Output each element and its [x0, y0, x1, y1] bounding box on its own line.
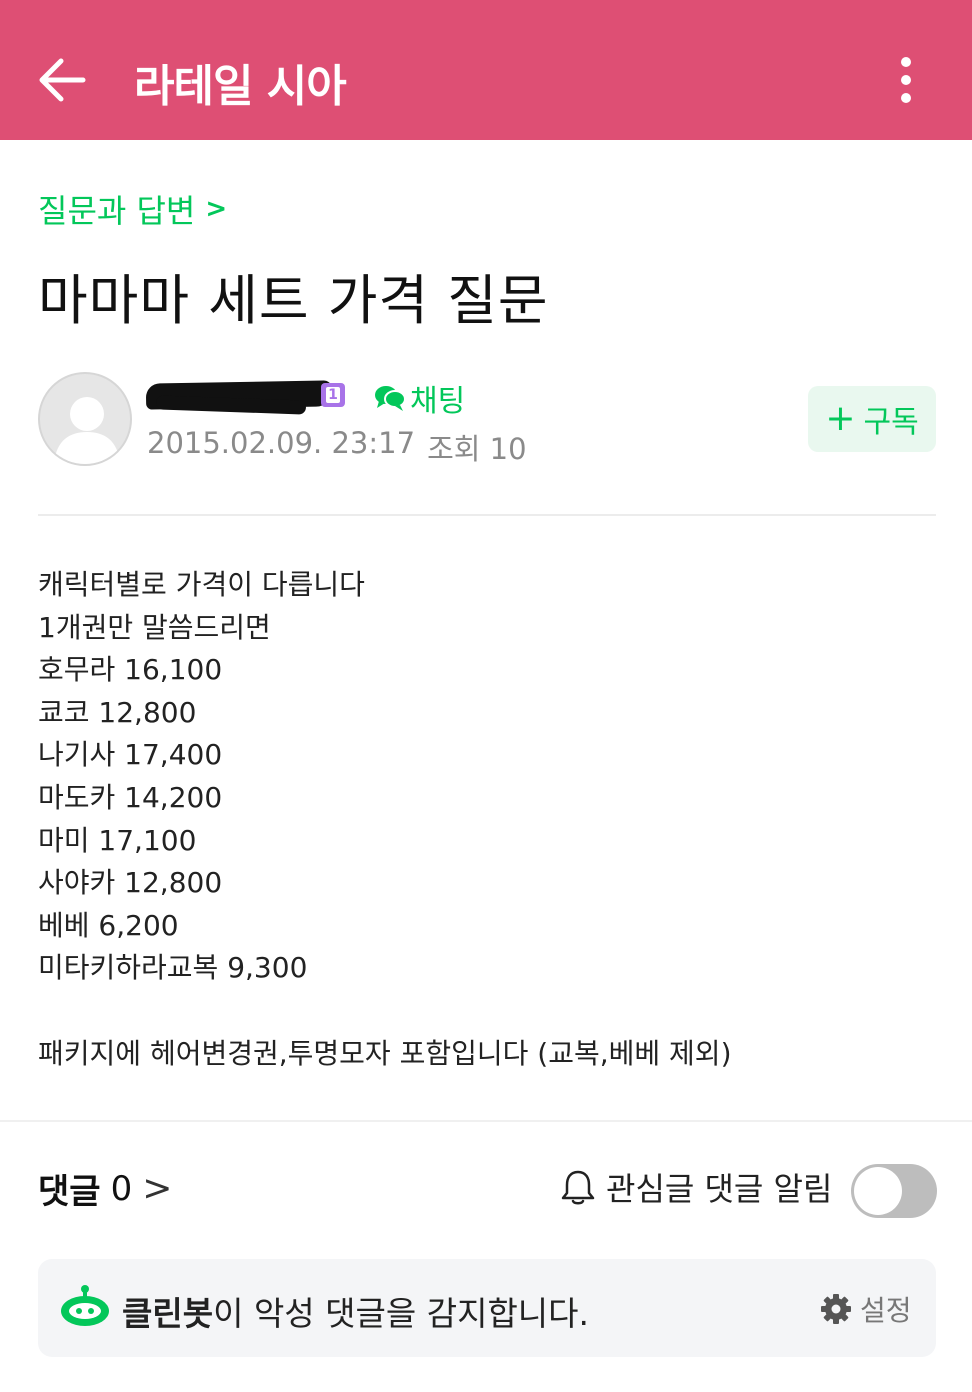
body-line: 1개권만 말씀드리면: [38, 610, 271, 644]
body-line: 패키지에 헤어변경권,투명모자 포함입니다 (교복,베베 제외): [38, 1036, 732, 1070]
cleanbot-text: 이 악성 댓글을 감지합니다.: [213, 1294, 590, 1333]
chat-button[interactable]: 채팅: [374, 376, 465, 420]
bell-icon: [561, 1170, 595, 1205]
body-line: 캐릭터별로 가격이 다릅니다: [38, 568, 365, 601]
subscribe-label: 구독: [863, 405, 919, 440]
chevron-right-icon: >: [205, 194, 228, 224]
category-label: 질문과 답변: [38, 192, 196, 230]
post-date: 2015.02.09. 23:17: [147, 426, 416, 460]
more-vertical-icon: [901, 57, 911, 67]
member-level-badge: 1: [321, 383, 345, 407]
cleanbot-icon: [61, 1285, 109, 1326]
body-line: 마미 17,100: [38, 823, 197, 857]
body-line: 나기사 17,400: [38, 738, 223, 772]
body-line: 미타키하라교복 9,300: [38, 951, 308, 985]
notify-toggle[interactable]: [851, 1164, 937, 1218]
body-line: 마도카 14,200: [38, 780, 223, 814]
body-line: 쿄코 12,800: [38, 695, 197, 729]
notify-label: 관심글 댓글 알림: [606, 1170, 833, 1208]
body-line: 호무라 16,100: [38, 653, 223, 687]
chat-bubble-icon: [375, 386, 406, 411]
plus-icon: +: [825, 398, 856, 439]
chevron-right-icon: >: [142, 1168, 173, 1209]
avatar[interactable]: [38, 372, 132, 466]
more-options-button[interactable]: [886, 52, 926, 108]
cafe-title: 라테일 시아: [134, 61, 347, 112]
default-profile-icon: [54, 397, 120, 464]
toggle-knob: [854, 1167, 902, 1215]
body-line: 사야카 12,800: [38, 866, 223, 900]
arrow-left-icon: [39, 58, 86, 102]
settings-label: 설정: [860, 1294, 912, 1327]
gear-icon: [821, 1294, 851, 1324]
cleanbot-message: 클린봇이 악성 댓글을 감지합니다.: [122, 1287, 589, 1335]
level-number: 1: [326, 387, 340, 403]
post-body: 캐릭터별로 가격이 다릅니다 1개권만 말씀드리면 호무라 16,100 쿄코 …: [38, 564, 936, 1075]
back-button[interactable]: [34, 52, 90, 108]
cleanbot-notice: 클린봇이 악성 댓글을 감지합니다. 설정: [38, 1259, 936, 1357]
post-title: 마마마 세트 가격 질문: [38, 269, 549, 332]
divider: [38, 514, 936, 516]
author-name-redacted[interactable]: [145, 376, 333, 415]
body-line: 베베 6,200: [38, 908, 179, 942]
post-meta: 2015.02.09. 23:17 조회 10: [147, 426, 527, 468]
subscribe-button[interactable]: + 구독: [808, 386, 936, 452]
body-line: [38, 990, 936, 1033]
section-divider: [0, 1120, 972, 1122]
category-link[interactable]: 질문과 답변 >: [38, 186, 227, 232]
cleanbot-settings-button[interactable]: 설정: [820, 1289, 912, 1329]
comments-label: 댓글: [38, 1172, 101, 1212]
comment-notify: 관심글 댓글 알림: [560, 1164, 832, 1210]
app-bar: 라테일 시아: [0, 0, 972, 140]
chat-label: 채팅: [410, 384, 466, 419]
cleanbot-name: 클린봇: [122, 1294, 214, 1333]
comments-link[interactable]: 댓글 0 >: [38, 1164, 172, 1213]
comment-count: 0: [110, 1168, 133, 1209]
view-count: 조회 10: [427, 432, 527, 466]
